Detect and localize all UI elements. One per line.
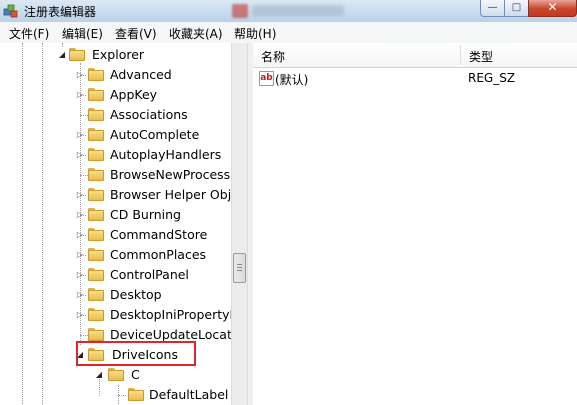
tree-node-commonplaces[interactable]: ▷ CommonPlaces	[0, 245, 231, 265]
folder-icon	[88, 208, 104, 221]
folder-icon	[88, 168, 104, 181]
maximize-button[interactable]: □	[504, 0, 529, 17]
expand-arrow-icon[interactable]: ▷	[76, 250, 84, 259]
column-header-type[interactable]: 类型	[461, 43, 577, 68]
folder-icon	[128, 388, 144, 401]
folder-icon	[88, 108, 104, 121]
folder-icon	[88, 248, 104, 261]
tree-node-label: C	[131, 367, 140, 382]
title-bar: 注册表编辑器 — □ ✕	[0, 0, 577, 23]
tree-node-label: Desktop	[110, 287, 162, 302]
tree-node-commandstore[interactable]: ▷ CommandStore	[0, 225, 231, 245]
folder-icon	[88, 228, 104, 241]
minimize-button[interactable]: —	[480, 0, 505, 17]
close-button[interactable]: ✕	[528, 0, 577, 17]
folder-icon	[108, 368, 124, 381]
value-name: (默认)	[275, 73, 309, 87]
tree-node-label: ControlPanel	[110, 267, 189, 282]
tree-node-defaultlabel[interactable]: DefaultLabel	[0, 385, 231, 405]
menu-favorites[interactable]: 收藏夹(A)	[169, 25, 223, 42]
expand-arrow-icon[interactable]: ▷	[76, 290, 84, 299]
folder-icon	[88, 308, 104, 321]
tree-node-browser-helper-objects[interactable]: ▷ Browser Helper Obje	[0, 185, 231, 205]
expand-arrow-icon[interactable]: ▷	[76, 190, 84, 199]
collapse-arrow-icon[interactable]: ◢	[95, 370, 103, 379]
expand-arrow-icon[interactable]: ▷	[76, 230, 84, 239]
tree-node-cd-burning[interactable]: ▷ CD Burning	[0, 205, 231, 225]
blurred-watermark	[252, 5, 344, 16]
expand-arrow-icon[interactable]: ▷	[76, 130, 84, 139]
tree-leaf-marker	[76, 330, 84, 339]
registry-values-list[interactable]: 名称 类型 ab (默认) REG_SZ	[253, 43, 577, 405]
folder-icon	[88, 188, 104, 201]
tree-node-advanced[interactable]: ▷ Advanced	[0, 65, 231, 85]
tree-leaf-marker	[114, 390, 122, 399]
highlight-box	[76, 341, 196, 366]
tree-scrollbar[interactable]	[231, 43, 248, 405]
menu-help[interactable]: 帮助(H)	[234, 25, 276, 42]
menu-file[interactable]: 文件(F)	[9, 25, 49, 42]
expand-arrow-icon[interactable]: ▷	[76, 310, 84, 319]
menu-edit[interactable]: 编辑(E)	[62, 25, 103, 42]
tree-leaf-marker	[76, 110, 84, 119]
tree-node-label: DeviceUpdateLocatio	[110, 327, 231, 342]
tree-node-label: Explorer	[92, 47, 145, 62]
scrollbar-thumb[interactable]	[233, 253, 246, 283]
window-title: 注册表编辑器	[24, 5, 97, 19]
tree-node-label: Associations	[110, 107, 188, 122]
tree-node-desktop[interactable]: ▷ Desktop	[0, 285, 231, 305]
tree-node-label: AutoComplete	[110, 127, 200, 142]
tree-node-autocomplete[interactable]: ▷ AutoComplete	[0, 125, 231, 145]
expand-arrow-icon[interactable]: ▷	[76, 70, 84, 79]
tree-node-label: AppKey	[110, 87, 158, 102]
blurred-icon	[232, 4, 248, 18]
menu-bar: 文件(F) 编辑(E) 查看(V) 收藏夹(A) 帮助(H)	[0, 22, 577, 44]
tree-node-label: CommandStore	[110, 227, 208, 242]
tree-node-browsenewprocess[interactable]: BrowseNewProcess	[0, 165, 231, 185]
expand-arrow-icon[interactable]: ▷	[76, 150, 84, 159]
expand-arrow-icon[interactable]: ▷	[76, 90, 84, 99]
folder-icon	[88, 88, 104, 101]
folder-icon	[88, 288, 104, 301]
tree-node-associations[interactable]: Associations	[0, 105, 231, 125]
folder-icon	[88, 68, 104, 81]
string-value-icon: ab	[259, 71, 274, 86]
collapse-arrow-icon[interactable]: ◢	[58, 50, 66, 59]
tree-node-appkey[interactable]: ▷ AppKey	[0, 85, 231, 105]
folder-icon	[88, 328, 104, 341]
tree-node-label: CD Burning	[110, 207, 181, 222]
tree-node-explorer[interactable]: ◢ Explorer	[0, 45, 231, 65]
value-type: REG_SZ	[468, 71, 516, 85]
folder-icon	[69, 48, 85, 61]
registry-value-row[interactable]: ab (默认) REG_SZ	[253, 70, 577, 90]
tree-node-label: CommonPlaces	[110, 247, 207, 262]
tree-node-label: DefaultLabel	[149, 387, 229, 402]
tree-node-c[interactable]: ◢ C	[0, 365, 231, 385]
folder-icon	[88, 128, 104, 141]
tree-node-label: DesktopIniPropertyM	[110, 307, 231, 322]
tree-leaf-marker	[76, 170, 84, 179]
folder-icon	[88, 268, 104, 281]
tree-node-label: Advanced	[110, 67, 172, 82]
tree-node-label: AutoplayHandlers	[110, 147, 222, 162]
column-header-label: 类型	[469, 50, 494, 64]
tree-node-desktopinipropertymap[interactable]: ▷ DesktopIniPropertyM	[0, 305, 231, 325]
tree-node-autoplayhandlers[interactable]: ▷ AutoplayHandlers	[0, 145, 231, 165]
expand-arrow-icon[interactable]: ▷	[76, 270, 84, 279]
expand-arrow-icon[interactable]: ▷	[76, 210, 84, 219]
tree-node-label: BrowseNewProcess	[110, 167, 231, 182]
menu-view[interactable]: 查看(V)	[115, 25, 157, 42]
tree-node-label: Browser Helper Obje	[110, 187, 231, 202]
column-header-name[interactable]: 名称	[253, 43, 461, 68]
column-header-label: 名称	[261, 50, 286, 64]
tree-node-controlpanel[interactable]: ▷ ControlPanel	[0, 265, 231, 285]
folder-icon	[88, 148, 104, 161]
registry-editor-icon	[3, 4, 18, 18]
